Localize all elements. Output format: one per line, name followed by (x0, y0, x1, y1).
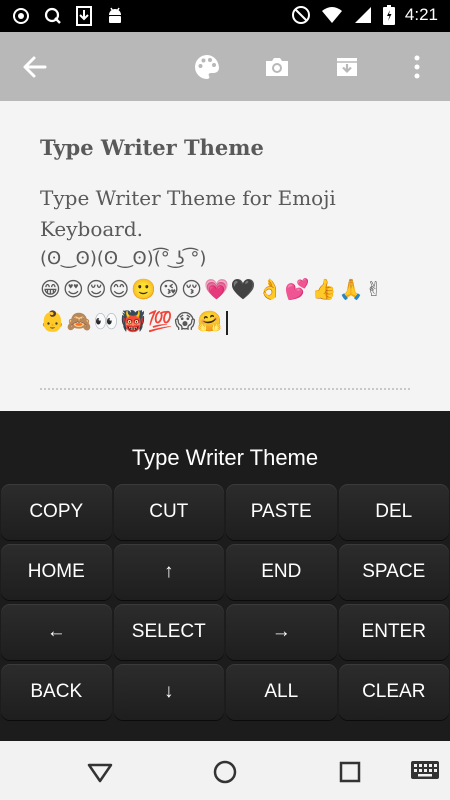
archive-icon[interactable] (332, 52, 362, 82)
toolbar-actions (192, 52, 432, 82)
key-select[interactable]: SELECT (113, 604, 224, 660)
note-text: Type Writer Theme for Emoji Keyboard. (40, 186, 336, 241)
note-emoji-line-2: 👶🙈👀👹💯😱🤗 (40, 305, 415, 337)
battery-icon (382, 5, 395, 25)
keyboard-theme-title: Type Writer Theme (131, 445, 319, 470)
back-triangle-icon[interactable] (86, 758, 114, 786)
key-arrow-left[interactable]: ← (1, 604, 112, 660)
status-right-icons: 4:21 (291, 5, 438, 25)
key-space[interactable]: SPACE (338, 544, 449, 600)
palette-icon[interactable] (192, 52, 222, 82)
note-emoji-line-2-text: 👶🙈👀👹💯😱🤗 (40, 309, 225, 333)
key-del[interactable]: DEL (338, 484, 449, 540)
more-vert-icon[interactable] (402, 52, 432, 82)
key-arrow-down[interactable]: ↓ (113, 664, 224, 720)
camera-icon[interactable] (262, 52, 292, 82)
wifi-icon (321, 6, 343, 24)
text-cursor (226, 310, 229, 335)
key-paste[interactable]: PASTE (226, 484, 337, 540)
key-all[interactable]: ALL (226, 664, 337, 720)
home-circle-icon[interactable] (211, 758, 239, 786)
arrow-left-icon[interactable] (20, 52, 50, 82)
note-body[interactable]: Type Writer Theme for Emoji Keyboard. (ʘ… (40, 183, 415, 337)
key-grid: COPY CUT PASTE DEL HOME ↑ END SPACE ← SE… (0, 482, 450, 722)
note-kaomoji: (ʘ‿ʘ)(ʘ‿ʘ)(͡° ͜ʖ ͡°) (40, 248, 207, 269)
blocked-icon (291, 5, 311, 25)
note-title[interactable]: Type Writer Theme (40, 135, 264, 160)
key-home[interactable]: HOME (1, 544, 112, 600)
keyboard-icon[interactable] (410, 758, 440, 786)
key-cut[interactable]: CUT (113, 484, 224, 540)
key-back[interactable]: BACK (1, 664, 112, 720)
android-icon (106, 6, 124, 26)
note-editor: Type Writer Theme Type Writer Theme for … (0, 101, 450, 411)
q-icon (44, 7, 62, 25)
app-toolbar (0, 32, 450, 101)
key-copy[interactable]: COPY (1, 484, 112, 540)
key-clear[interactable]: CLEAR (338, 664, 449, 720)
system-nav-bar (0, 741, 450, 800)
status-left-icons (12, 6, 124, 26)
key-arrow-up[interactable]: ↑ (113, 544, 224, 600)
key-end[interactable]: END (226, 544, 337, 600)
keyboard-panel: Type Writer Theme COPY CUT PASTE DEL HOM… (0, 411, 450, 741)
download-icon (76, 6, 92, 26)
dotted-divider (40, 388, 410, 390)
status-time: 4:21 (404, 5, 438, 24)
signal-icon (353, 5, 373, 25)
status-bar: 4:21 (0, 0, 450, 32)
recents-square-icon[interactable] (336, 758, 364, 786)
key-enter[interactable]: ENTER (338, 604, 449, 660)
key-arrow-right[interactable]: → (226, 604, 337, 660)
camera-circle-icon (12, 7, 30, 25)
note-emoji-line-1: 😁😍😌😊🙂😘😚💗🖤👌💕👍🙏✌ (40, 277, 385, 301)
